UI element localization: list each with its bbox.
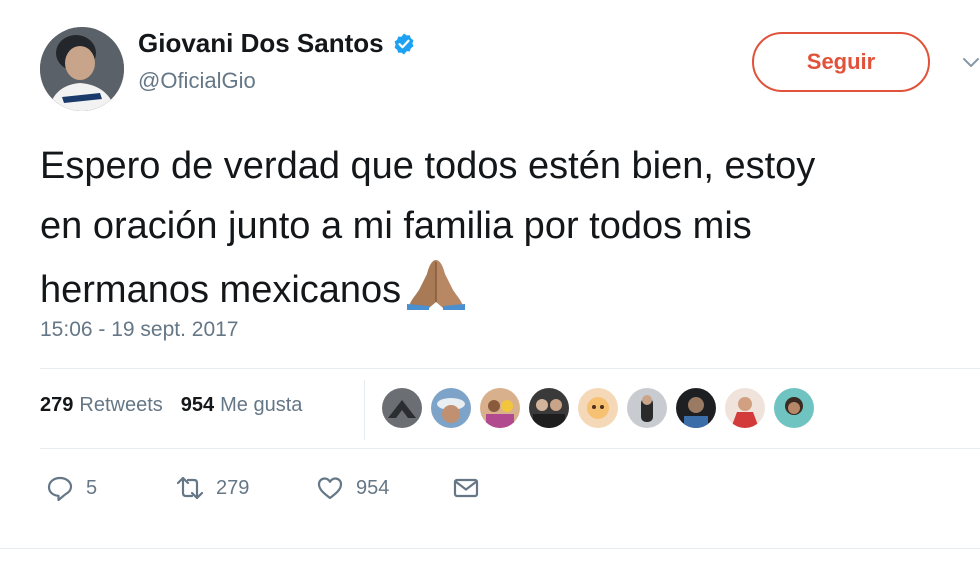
avatar[interactable] [40, 27, 124, 111]
verified-badge-icon [394, 33, 414, 54]
retweet-button[interactable]: 279 [176, 474, 316, 502]
retweet-icon [176, 476, 204, 500]
liker-avatar[interactable] [529, 388, 569, 428]
likes-label: Me gusta [220, 394, 303, 416]
like-count: 954 [356, 476, 390, 499]
like-button[interactable]: 954 [316, 474, 452, 502]
liker-avatar[interactable] [725, 388, 765, 428]
divider [40, 368, 980, 369]
tweet-stats: 279 Retweets 954 Me gusta [40, 394, 320, 417]
user-handle[interactable]: @OficialGio [138, 68, 256, 94]
divider [0, 548, 980, 549]
retweets-count: 279 [40, 394, 74, 416]
user-name-row[interactable]: Giovani Dos Santos [138, 28, 416, 59]
reply-count: 5 [86, 476, 98, 499]
stats-separator [364, 380, 365, 440]
liker-avatar[interactable] [431, 388, 471, 428]
liker-avatar[interactable] [480, 388, 520, 428]
heart-icon [317, 477, 343, 500]
liker-avatar[interactable] [676, 388, 716, 428]
tweet-line: hermanos mexicanos [40, 269, 402, 311]
liker-avatar[interactable] [578, 388, 618, 428]
tweet-line-last: hermanos mexicanos [40, 256, 980, 320]
tweet-line: en oración junto a mi familia por todos … [40, 205, 752, 247]
reply-button[interactable]: 5 [46, 474, 176, 502]
liker-avatar[interactable] [774, 388, 814, 428]
message-button[interactable] [452, 474, 480, 502]
likers-avatars [382, 388, 814, 428]
divider [40, 448, 980, 449]
reply-icon [47, 476, 73, 502]
envelope-icon [453, 478, 479, 498]
chevron-down-icon[interactable] [962, 56, 980, 70]
likes-count: 954 [180, 394, 215, 416]
tweet-actions: 5 279 954 [46, 474, 480, 502]
liker-avatar[interactable] [382, 388, 422, 428]
folded-hands-icon [407, 260, 466, 310]
liker-avatar[interactable] [627, 388, 667, 428]
tweet-line: Espero de verdad que todos estén bien, e… [40, 145, 816, 187]
display-name[interactable]: Giovani Dos Santos [138, 28, 384, 59]
likes-stat[interactable]: 954 Me gusta [181, 394, 303, 417]
retweets-label: Retweets [79, 394, 163, 416]
tweet-text: Espero de verdad que todos estén bien, e… [40, 136, 980, 320]
follow-button[interactable]: Seguir [752, 32, 930, 92]
tweet-timestamp[interactable]: 15:06 - 19 sept. 2017 [40, 318, 239, 342]
retweet-count: 279 [216, 476, 250, 499]
retweets-stat[interactable]: 279 Retweets [40, 394, 163, 417]
